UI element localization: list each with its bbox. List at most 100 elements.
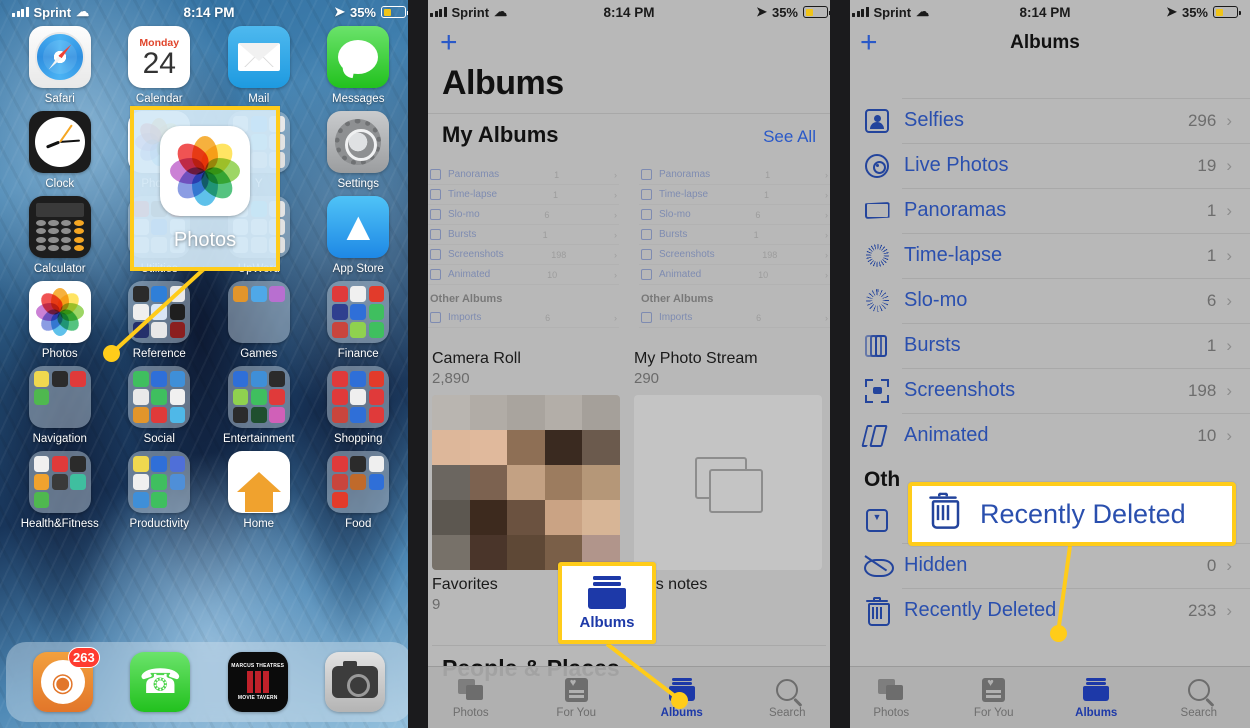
list-row-hidden[interactable]: Hidden 0 ›: [840, 543, 1250, 588]
row-count: 10: [1197, 425, 1217, 445]
callout-albums-tab[interactable]: Albums: [558, 562, 656, 644]
list-row-animated[interactable]: Animated 10 ›: [840, 413, 1250, 458]
app-icon-home[interactable]: Home: [209, 451, 309, 530]
list-row-bursts[interactable]: Bursts 1 ›: [840, 323, 1250, 368]
list-row-time-lapse[interactable]: Time-lapse 1 ›: [840, 233, 1250, 278]
app-label: Food: [345, 518, 372, 530]
folder-icon: [28, 366, 91, 428]
dock-icon-movie-tavern[interactable]: MARCUS THEATRES MOVIE TAVERN: [227, 652, 288, 712]
for-you-tab-icon: [982, 677, 1006, 703]
ghost-row: Screenshots 198 ›: [639, 245, 830, 265]
app-label: Messages: [332, 93, 385, 105]
partial-icon: [864, 80, 890, 98]
app-icon-reference[interactable]: Reference: [110, 281, 210, 360]
row-label: Slo-mo: [904, 289, 968, 311]
status-bar: Sprint ☁ 8:14 PM ➤ 35%: [418, 0, 840, 24]
live-photos-icon: [864, 153, 890, 179]
my-albums-section-header: My Albums See All: [418, 113, 840, 154]
app-icon-calendar[interactable]: Monday 24 Calendar: [110, 26, 210, 105]
tab-label: Photos: [452, 706, 489, 719]
tab-search[interactable]: Search: [1148, 677, 1250, 719]
app-icon-app-store[interactable]: ▲ App Store: [309, 196, 409, 275]
app-icon-mail[interactable]: Mail: [209, 26, 309, 105]
callout-photos-app[interactable]: Photos: [130, 106, 280, 271]
list-row-partial-top[interactable]: [840, 80, 1250, 98]
screenshot-icon: [864, 378, 890, 404]
calendar-day: 24: [142, 47, 176, 80]
tab-albums[interactable]: Albums: [1045, 677, 1148, 719]
list-row-panoramas[interactable]: Panoramas 1 ›: [840, 188, 1250, 233]
folder-icon: [227, 366, 290, 428]
album-name: My Photo Stream: [634, 350, 758, 367]
section-divider: [432, 645, 826, 646]
app-icon-settings[interactable]: Settings: [309, 111, 409, 190]
app-icon-entertainment[interactable]: Entertainment: [209, 366, 309, 445]
imports-icon: [641, 312, 652, 323]
app-icon-food[interactable]: Food: [309, 451, 409, 530]
app-icon-clock[interactable]: Clock: [10, 111, 110, 190]
ghost-row-label: Screenshots: [448, 249, 504, 260]
tab-for-you[interactable]: For You: [524, 677, 630, 719]
tab-for-you[interactable]: For You: [943, 677, 1046, 719]
ghost-row-label: Time-lapse: [448, 189, 498, 200]
album-cell-my-photo-stream[interactable]: My Photo Stream 290 tor's notes: [634, 350, 822, 613]
add-album-button[interactable]: +: [418, 24, 840, 58]
ghost-row-count: 6: [544, 209, 550, 220]
folder-icon: [28, 451, 91, 513]
burst-icon: [430, 229, 441, 240]
app-label: Safari: [44, 93, 75, 105]
app-icon-productivity[interactable]: Productivity: [110, 451, 210, 530]
albums-tab-icon: [588, 575, 626, 609]
list-row-live-photos[interactable]: Live Photos 19 ›: [840, 143, 1250, 188]
hidden-icon: [864, 553, 894, 579]
dock-icon-phone[interactable]: ☎: [130, 652, 191, 712]
app-icon-photos[interactable]: Photos: [10, 281, 110, 360]
search-tab-icon: [1187, 677, 1210, 703]
app-label: Home: [243, 518, 275, 530]
see-all-link[interactable]: See All: [763, 127, 816, 147]
tab-label: For You: [556, 706, 597, 719]
ghost-row-count: 10: [547, 269, 558, 280]
animated-icon: [861, 423, 890, 449]
ghost-row-label: Screenshots: [659, 249, 715, 260]
row-count: 1: [1206, 200, 1217, 220]
app-label: Calendar: [135, 93, 183, 105]
ghost-row: Animated 10 ›: [639, 265, 830, 285]
callout-recently-deleted[interactable]: Recently Deleted: [908, 482, 1236, 546]
folder-icon: [327, 366, 390, 428]
app-label: Productivity: [129, 518, 189, 530]
ghost-row: Screenshots 198 ›: [428, 245, 619, 265]
app-icon-finance[interactable]: Finance: [309, 281, 409, 360]
ghost-row-count: 10: [758, 269, 769, 280]
list-row-screenshots[interactable]: Screenshots 198 ›: [840, 368, 1250, 413]
dock-icon-camera[interactable]: [325, 652, 386, 712]
album-count: 2,890: [432, 370, 470, 387]
clock-icon: [28, 111, 91, 173]
app-icon-health-fitness[interactable]: Health&Fitness: [10, 451, 110, 530]
chevron-right-icon: ›: [1226, 200, 1232, 220]
row-count: 6: [1206, 290, 1217, 310]
app-icon-social[interactable]: Social: [110, 366, 210, 445]
app-icon-navigation[interactable]: Navigation: [10, 366, 110, 445]
list-row-slo-mo[interactable]: Slo-mo 6 ›: [840, 278, 1250, 323]
list-row-recently-deleted[interactable]: Recently Deleted 233 ›: [840, 588, 1250, 633]
app-icon-calculator[interactable]: Calculator: [10, 196, 110, 275]
battery-icon: [381, 6, 409, 18]
app-icon-games[interactable]: Games: [209, 281, 309, 360]
app-icon-messages[interactable]: Messages: [309, 26, 409, 105]
tab-photos[interactable]: Photos: [418, 677, 524, 719]
nav-bar: + Albums: [840, 24, 1250, 62]
tab-photos[interactable]: Photos: [840, 677, 943, 719]
app-label: Clock: [45, 178, 75, 190]
row-label: Screenshots: [904, 379, 1016, 401]
app-icon-safari[interactable]: Safari: [10, 26, 110, 105]
ghost-row-count: 6: [755, 209, 761, 220]
dock-icon-podcasts[interactable]: ◉ 263: [32, 647, 100, 712]
app-label: Photos: [41, 348, 78, 360]
app-icon-shopping[interactable]: Shopping: [309, 366, 409, 445]
list-row-selfies[interactable]: Selfies 296 ›: [840, 98, 1250, 143]
album-thumbnail-empty: [634, 395, 822, 570]
battery-percent-label: 35%: [1181, 4, 1208, 20]
app-label: Mail: [248, 93, 270, 105]
tab-search[interactable]: Search: [735, 677, 841, 719]
